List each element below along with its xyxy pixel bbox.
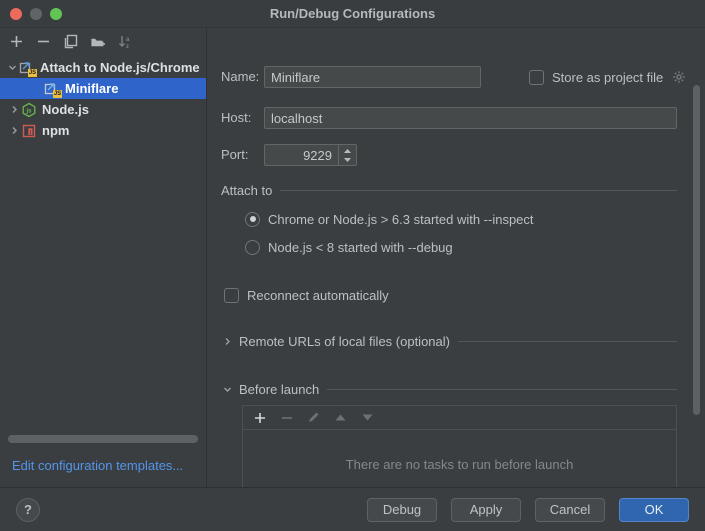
add-icon[interactable] (253, 411, 266, 424)
titlebar: Run/Debug Configurations (0, 0, 705, 28)
host-input[interactable] (264, 107, 677, 129)
cancel-button[interactable]: Cancel (535, 498, 605, 522)
section-divider (327, 389, 677, 390)
section-divider (458, 341, 677, 342)
attach-option-label: Node.js < 8 started with --debug (268, 240, 453, 255)
reconnect-automatically-checkbox[interactable] (224, 288, 239, 303)
attach-option-debug[interactable]: Node.js < 8 started with --debug (245, 236, 453, 258)
sidebar-toolbar: az (0, 28, 206, 55)
attach-nodejs-icon: JS (44, 81, 61, 97)
name-input[interactable] (264, 66, 481, 88)
host-label: Host: (221, 107, 251, 129)
nodejs-icon: js (21, 102, 38, 118)
port-field (264, 144, 357, 166)
radio-selected-icon[interactable] (245, 212, 260, 227)
debug-button[interactable]: Debug (367, 498, 437, 522)
radio-unselected-icon[interactable] (245, 240, 260, 255)
attach-option-inspect[interactable]: Chrome or Node.js > 6.3 started with --i… (245, 208, 534, 230)
configurations-sidebar: az JS Attach to Node.js/Chrome (0, 28, 207, 487)
js-badge: JS (53, 90, 62, 98)
attach-to-header-label: Attach to (221, 183, 272, 198)
remote-urls-section-header[interactable]: Remote URLs of local files (optional) (221, 331, 677, 351)
port-label: Port: (221, 144, 248, 166)
reconnect-automatically-row[interactable]: Reconnect automatically (224, 284, 389, 306)
tree-item-label: npm (42, 123, 69, 138)
minimize-window-icon (30, 8, 42, 20)
remove-icon (280, 411, 293, 424)
tree-item-label: Node.js (42, 102, 89, 117)
remote-urls-header-label: Remote URLs of local files (optional) (239, 334, 450, 349)
gear-icon[interactable] (671, 70, 686, 85)
name-label: Name: (221, 66, 259, 88)
close-window-icon[interactable] (10, 8, 22, 20)
sort-alphabetically-icon[interactable]: az (117, 34, 132, 49)
chevron-right-icon[interactable] (221, 337, 233, 346)
new-folder-icon[interactable] (90, 34, 105, 49)
configuration-form: Name: Store as project file Host: Port: (207, 28, 705, 487)
chevron-right-icon[interactable] (7, 126, 21, 135)
spinner-down-icon[interactable] (339, 155, 356, 165)
copy-icon[interactable] (63, 34, 78, 49)
tasks-empty-message: There are no tasks to run before launch (243, 457, 676, 472)
dialog-footer: ? Debug Apply Cancel OK (0, 487, 705, 531)
apply-button[interactable]: Apply (451, 498, 521, 522)
horizontal-scrollbar[interactable] (8, 435, 198, 443)
edit-configuration-templates-link[interactable]: Edit configuration templates... (12, 458, 183, 473)
chevron-right-icon[interactable] (7, 105, 21, 114)
tree-item-nodejs[interactable]: js Node.js (0, 99, 206, 120)
before-launch-section-header[interactable]: Before launch (221, 379, 677, 399)
tree-item-miniflare[interactable]: JS Miniflare (0, 78, 206, 99)
move-up-icon (334, 411, 347, 424)
port-spinner (338, 145, 356, 165)
tree-item-npm[interactable]: npm (0, 120, 206, 141)
npm-icon (21, 123, 38, 139)
chevron-down-icon[interactable] (221, 385, 233, 394)
tree-item-label: Miniflare (65, 81, 118, 96)
svg-text:z: z (126, 44, 129, 49)
reconnect-automatically-label: Reconnect automatically (247, 288, 389, 303)
store-as-project-file-label: Store as project file (552, 70, 663, 85)
configurations-tree: JS Attach to Node.js/Chrome JS Miniflare (0, 57, 206, 141)
svg-text:a: a (126, 37, 130, 43)
tree-item-attach-to-nodejs[interactable]: JS Attach to Node.js/Chrome (0, 57, 206, 78)
svg-text:js: js (25, 108, 32, 114)
attach-option-label: Chrome or Node.js > 6.3 started with --i… (268, 212, 534, 227)
attach-to-section-header: Attach to (221, 180, 677, 200)
add-icon[interactable] (9, 34, 24, 49)
spinner-up-icon[interactable] (339, 145, 356, 155)
chevron-down-icon[interactable] (5, 63, 19, 72)
port-input[interactable] (265, 145, 338, 165)
vertical-scrollbar[interactable] (693, 85, 700, 415)
ok-button[interactable]: OK (619, 498, 689, 522)
remove-icon[interactable] (36, 34, 51, 49)
help-button[interactable]: ? (16, 498, 40, 522)
edit-icon (307, 411, 320, 424)
store-as-project-file-checkbox[interactable] (529, 70, 544, 85)
section-divider (280, 190, 677, 191)
attach-nodejs-icon: JS (19, 60, 36, 76)
tasks-toolbar (243, 406, 676, 430)
tree-item-label: Attach to Node.js/Chrome (40, 60, 200, 75)
before-launch-header-label: Before launch (239, 382, 319, 397)
dialog-title: Run/Debug Configurations (270, 6, 435, 21)
js-badge: JS (28, 69, 37, 77)
move-down-icon (361, 411, 374, 424)
run-debug-configurations-dialog: Run/Debug Configurations az (0, 0, 705, 531)
before-launch-tasks-panel: There are no tasks to run before launch (242, 405, 677, 487)
zoom-window-icon[interactable] (50, 8, 62, 20)
traffic-lights (10, 8, 62, 20)
